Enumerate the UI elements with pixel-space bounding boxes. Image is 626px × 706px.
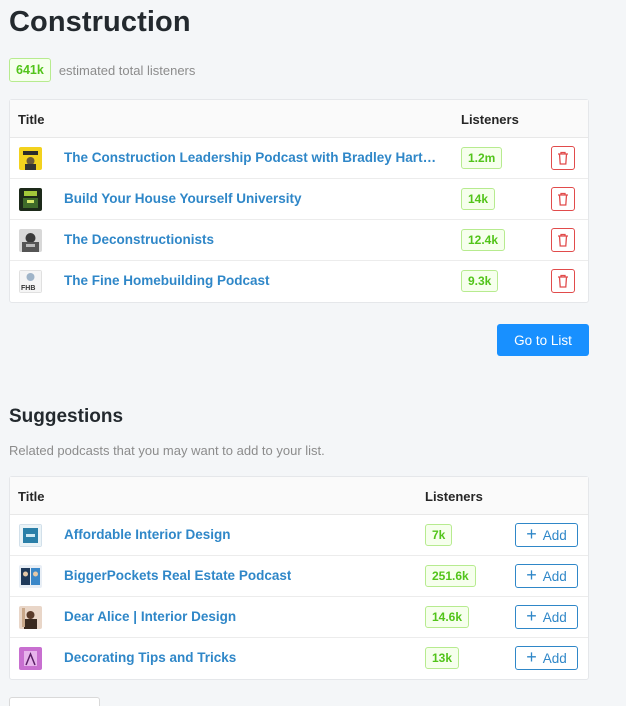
list-table-header: Title Listeners xyxy=(10,100,588,138)
table-row: The Construction Leadership Podcast with… xyxy=(10,138,588,179)
table-row: Dear Alice | Interior Design 14.6k + Add xyxy=(10,597,588,638)
podcast-title-link[interactable]: Build Your House Yourself University xyxy=(64,191,302,206)
plus-icon: + xyxy=(526,565,537,585)
delete-button[interactable] xyxy=(551,228,575,252)
delete-button[interactable] xyxy=(551,269,575,293)
total-listeners-label: estimated total listeners xyxy=(58,62,196,78)
add-button[interactable]: + Add xyxy=(515,646,578,670)
listeners-tag: 7k xyxy=(425,524,453,546)
listeners-tag: 14.6k xyxy=(425,606,470,628)
listeners-tag: 1.2m xyxy=(461,147,503,169)
title-column-header: Title xyxy=(18,489,45,504)
table-row: The Deconstructionists 12.4k xyxy=(10,220,588,261)
trash-icon xyxy=(558,233,568,247)
podcast-thumbnail xyxy=(19,188,42,211)
add-button[interactable]: + Add xyxy=(515,564,578,588)
table-row: Affordable Interior Design 7k + Add xyxy=(10,515,588,556)
trash-icon xyxy=(558,192,568,206)
plus-icon: + xyxy=(526,524,537,544)
trash-icon xyxy=(558,151,568,165)
podcast-thumbnail: FHB xyxy=(19,270,42,293)
total-listeners-tag: 641k xyxy=(9,58,51,82)
table-row: BiggerPockets Real Estate Podcast 251.6k… xyxy=(10,556,588,597)
podcast-thumbnail xyxy=(19,565,42,588)
podcast-thumbnail xyxy=(19,524,42,547)
list-table: Title Listeners The Construction Leaders… xyxy=(9,99,589,303)
add-button-label: Add xyxy=(542,527,567,543)
page-title: Construction xyxy=(9,6,191,38)
suggestions-heading: Suggestions xyxy=(9,406,124,427)
listeners-column-header: Listeners xyxy=(461,112,519,127)
table-row: Build Your House Yourself University 14k xyxy=(10,179,588,220)
podcast-title-link[interactable]: The Deconstructionists xyxy=(64,232,214,247)
add-button-label: Add xyxy=(542,568,567,584)
add-button[interactable]: + Add xyxy=(515,523,578,547)
podcast-title-link[interactable]: BiggerPockets Real Estate Podcast xyxy=(64,568,291,583)
svg-text:FHB: FHB xyxy=(21,285,35,292)
table-row: Decorating Tips and Tricks 13k + Add xyxy=(10,638,588,679)
table-row: FHB The Fine Homebuilding Podcast 9.3k xyxy=(10,261,588,302)
listeners-column-header: Listeners xyxy=(425,489,483,504)
bottom-button[interactable] xyxy=(9,697,100,706)
delete-button[interactable] xyxy=(551,187,575,211)
add-button-label: Add xyxy=(542,609,567,625)
listeners-tag: 13k xyxy=(425,647,460,669)
podcast-title-link[interactable]: The Fine Homebuilding Podcast xyxy=(64,273,270,288)
suggestions-table: Title Listeners Affordable Interior Desi… xyxy=(9,476,589,680)
go-to-list-button[interactable]: Go to List xyxy=(497,324,589,356)
add-button[interactable]: + Add xyxy=(515,605,578,629)
listeners-tag: 14k xyxy=(461,188,496,210)
podcast-title-link[interactable]: The Construction Leadership Podcast with… xyxy=(64,150,444,165)
suggestions-table-header: Title Listeners xyxy=(10,477,588,515)
plus-icon: + xyxy=(526,647,537,667)
listeners-tag: 12.4k xyxy=(461,229,506,251)
podcast-thumbnail xyxy=(19,229,42,252)
trash-icon xyxy=(558,274,568,288)
add-button-label: Add xyxy=(542,650,567,666)
total-listeners-row: 641k estimated total listeners xyxy=(9,58,195,82)
listeners-tag: 251.6k xyxy=(425,565,476,587)
listeners-tag: 9.3k xyxy=(461,270,499,292)
podcast-thumbnail xyxy=(19,147,42,170)
podcast-title-link[interactable]: Dear Alice | Interior Design xyxy=(64,609,236,624)
podcast-thumbnail xyxy=(19,647,42,670)
podcast-title-link[interactable]: Decorating Tips and Tricks xyxy=(64,650,236,665)
plus-icon: + xyxy=(526,606,537,626)
podcast-title-link[interactable]: Affordable Interior Design xyxy=(64,527,231,542)
suggestions-subtitle: Related podcasts that you may want to ad… xyxy=(9,443,325,458)
delete-button[interactable] xyxy=(551,146,575,170)
podcast-thumbnail xyxy=(19,606,42,629)
title-column-header: Title xyxy=(18,112,45,127)
